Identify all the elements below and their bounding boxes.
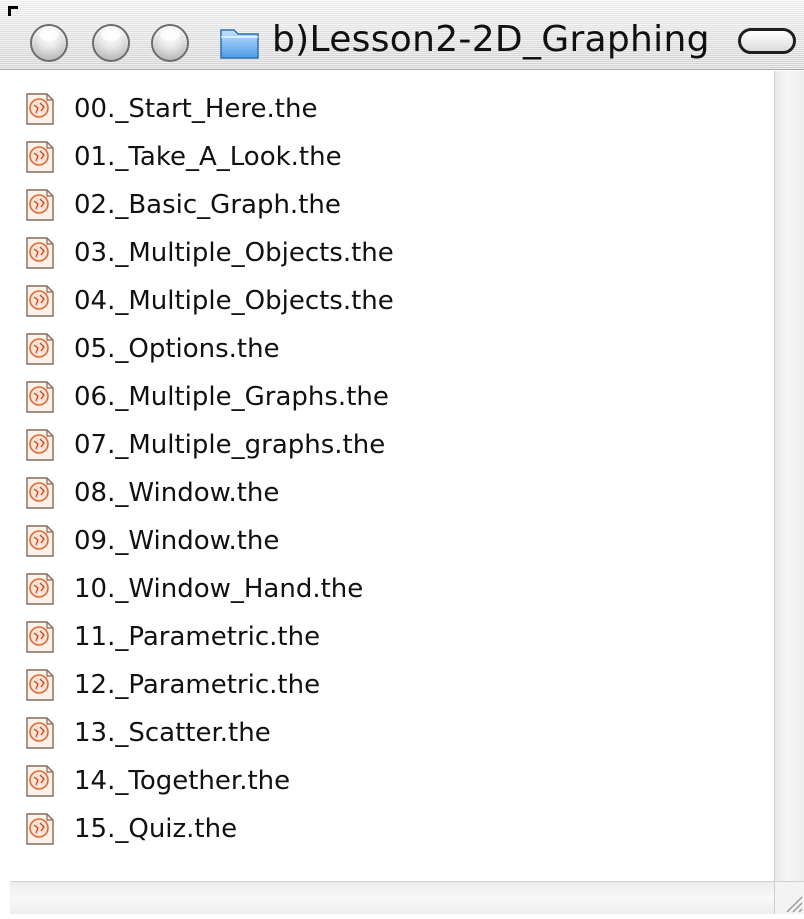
- graph-document-icon: [26, 717, 54, 749]
- folder-icon: [220, 29, 259, 59]
- graph-document-icon: [26, 285, 54, 317]
- file-list-item[interactable]: 14._Together.the: [0, 757, 774, 805]
- file-name: 02._Basic_Graph.the: [74, 190, 341, 220]
- file-list-item[interactable]: 02._Basic_Graph.the: [0, 181, 774, 229]
- file-list-item[interactable]: 01._Take_A_Look.the: [0, 133, 774, 181]
- file-list-item[interactable]: 11._Parametric.the: [0, 613, 774, 661]
- file-name: 07._Multiple_graphs.the: [74, 430, 386, 460]
- graph-document-icon: [26, 333, 54, 365]
- file-list-item[interactable]: 04._Multiple_Objects.the: [0, 277, 774, 325]
- file-list: 00._Start_Here.the 01._Take_A_Look.the 0…: [0, 85, 774, 853]
- file-name: 08._Window.the: [74, 478, 280, 508]
- graph-document-icon: [26, 525, 54, 557]
- toolbar-toggle-button[interactable]: [738, 28, 796, 54]
- file-name: 10._Window_Hand.the: [74, 574, 364, 604]
- vertical-scrollbar[interactable]: [774, 71, 804, 881]
- file-name: 09._Window.the: [74, 526, 280, 556]
- graph-document-icon: [26, 669, 54, 701]
- file-name: 04._Multiple_Objects.the: [74, 286, 394, 316]
- file-list-item[interactable]: 03._Multiple_Objects.the: [0, 229, 774, 277]
- graph-document-icon: [26, 477, 54, 509]
- graph-document-icon: [26, 765, 54, 797]
- graph-document-icon: [26, 141, 54, 173]
- file-list-item[interactable]: 15._Quiz.the: [0, 805, 774, 853]
- minimize-button[interactable]: [92, 24, 130, 62]
- file-name: 03._Multiple_Objects.the: [74, 238, 394, 268]
- file-name: 13._Scatter.the: [74, 718, 271, 748]
- title-bar[interactable]: b)Lesson2-2D_Graphing: [0, 0, 804, 70]
- file-list-view: 00._Start_Here.the 01._Take_A_Look.the 0…: [0, 71, 774, 881]
- file-name: 06._Multiple_Graphs.the: [74, 382, 389, 412]
- resize-handle[interactable]: [774, 881, 804, 914]
- graph-document-icon: [26, 813, 54, 845]
- file-name: 15._Quiz.the: [74, 814, 238, 844]
- graph-document-icon: [26, 573, 54, 605]
- graph-document-icon: [26, 621, 54, 653]
- horizontal-scrollbar[interactable]: [0, 881, 774, 915]
- file-list-item[interactable]: 06._Multiple_Graphs.the: [0, 373, 774, 421]
- file-list-item[interactable]: 12._Parametric.the: [0, 661, 774, 709]
- finder-window: b)Lesson2-2D_Graphing 00._Start_Here.the…: [0, 0, 804, 915]
- file-name: 12._Parametric.the: [74, 670, 321, 700]
- file-name: 00._Start_Here.the: [74, 94, 318, 124]
- file-list-item[interactable]: 08._Window.the: [0, 469, 774, 517]
- file-name: 01._Take_A_Look.the: [74, 142, 342, 172]
- graph-document-icon: [26, 237, 54, 269]
- file-list-item[interactable]: 07._Multiple_graphs.the: [0, 421, 774, 469]
- file-name: 14._Together.the: [74, 766, 291, 796]
- window-title: b)Lesson2-2D_Graphing: [272, 19, 710, 60]
- graph-document-icon: [26, 429, 54, 461]
- file-list-item[interactable]: 00._Start_Here.the: [0, 85, 774, 133]
- graph-document-icon: [26, 189, 54, 221]
- zoom-button[interactable]: [151, 24, 189, 62]
- file-name: 11._Parametric.the: [74, 622, 321, 652]
- window-corner-mark: [8, 6, 18, 16]
- graph-document-icon: [26, 381, 54, 413]
- graph-document-icon: [26, 93, 54, 125]
- resize-grip-icon: [786, 896, 803, 913]
- file-list-item[interactable]: 09._Window.the: [0, 517, 774, 565]
- file-list-item[interactable]: 05._Options.the: [0, 325, 774, 373]
- file-name: 05._Options.the: [74, 334, 280, 364]
- file-list-item[interactable]: 13._Scatter.the: [0, 709, 774, 757]
- file-list-item[interactable]: 10._Window_Hand.the: [0, 565, 774, 613]
- close-button[interactable]: [30, 24, 68, 62]
